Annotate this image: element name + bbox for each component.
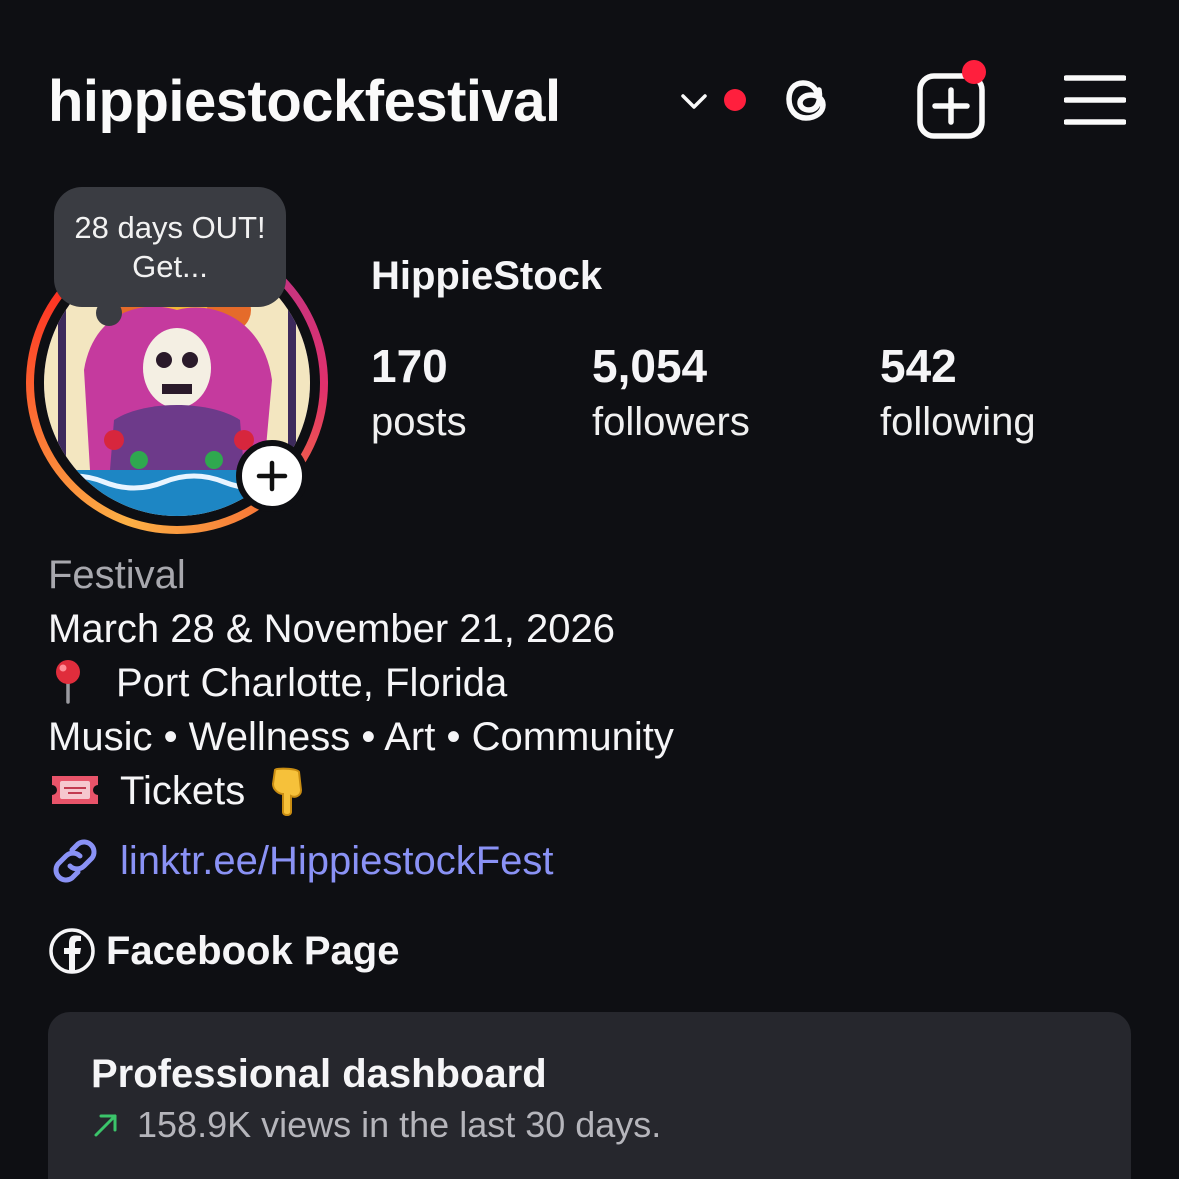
facebook-page-link[interactable]: Facebook Page: [48, 926, 399, 976]
bio-dates: March 28 & November 21, 2026: [48, 607, 615, 651]
notification-dot: [724, 89, 746, 111]
bio-link-text[interactable]: linktr.ee/HippiestockFest: [120, 839, 554, 884]
followers-label: followers: [592, 400, 750, 444]
followers-stat[interactable]: 5,054 followers: [592, 338, 750, 450]
link-icon: [53, 839, 97, 883]
note-tail: [96, 300, 122, 326]
profile-note-bubble[interactable]: 28 days OUT! Get...: [54, 187, 286, 307]
bio-location-line: Port Charlotte, Florida: [48, 656, 674, 710]
display-name: HippieStock: [371, 254, 603, 298]
chevron-down-icon[interactable]: [678, 90, 710, 114]
dashboard-subtitle-row: 158.9K views in the last 30 days.: [91, 1104, 661, 1146]
ticket-icon: [52, 776, 98, 804]
bio-tags: Music • Wellness • Art • Community: [48, 715, 674, 759]
pointing-down-icon: [272, 767, 303, 816]
facebook-icon: [49, 928, 95, 974]
following-stat[interactable]: 542 following: [880, 338, 1036, 450]
profile-header: hippiestockfestival: [48, 60, 1138, 142]
posts-stat[interactable]: 170 posts: [371, 338, 467, 450]
note-text: 28 days OUT! Get...: [74, 210, 266, 284]
bio-link[interactable]: linktr.ee/HippiestockFest: [48, 834, 554, 888]
bio-category: Festival: [48, 553, 186, 597]
dashboard-subtitle: 158.9K views in the last 30 days.: [137, 1104, 662, 1145]
posts-count: 170: [371, 340, 448, 392]
add-story-button[interactable]: [236, 440, 308, 512]
profile-bio: Festival March 28 & November 21, 2026 Po…: [48, 548, 674, 818]
following-count: 542: [880, 340, 957, 392]
threads-icon[interactable]: [774, 66, 836, 132]
notification-dot: [962, 60, 986, 84]
profile-page: hippiestockfestival 28 days OUT! Get... …: [0, 0, 1179, 1179]
pushpin-icon: [56, 660, 80, 704]
bio-location: Port Charlotte, Florida: [116, 661, 508, 705]
dashboard-title: Professional dashboard: [91, 1052, 547, 1096]
followers-count: 5,054: [592, 340, 708, 392]
professional-dashboard-card[interactable]: Professional dashboard 158.9K views in t…: [48, 1012, 1131, 1179]
posts-label: posts: [371, 400, 467, 444]
following-label: following: [880, 400, 1036, 444]
account-username[interactable]: hippiestockfestival: [48, 62, 561, 142]
trend-up-arrow-icon: [94, 1114, 117, 1137]
menu-icon[interactable]: [1064, 72, 1126, 128]
bio-tickets: Tickets: [120, 769, 246, 813]
bio-tickets-line: Tickets: [48, 764, 674, 818]
plus-icon: [256, 460, 288, 492]
facebook-page-label: Facebook Page: [106, 928, 400, 973]
